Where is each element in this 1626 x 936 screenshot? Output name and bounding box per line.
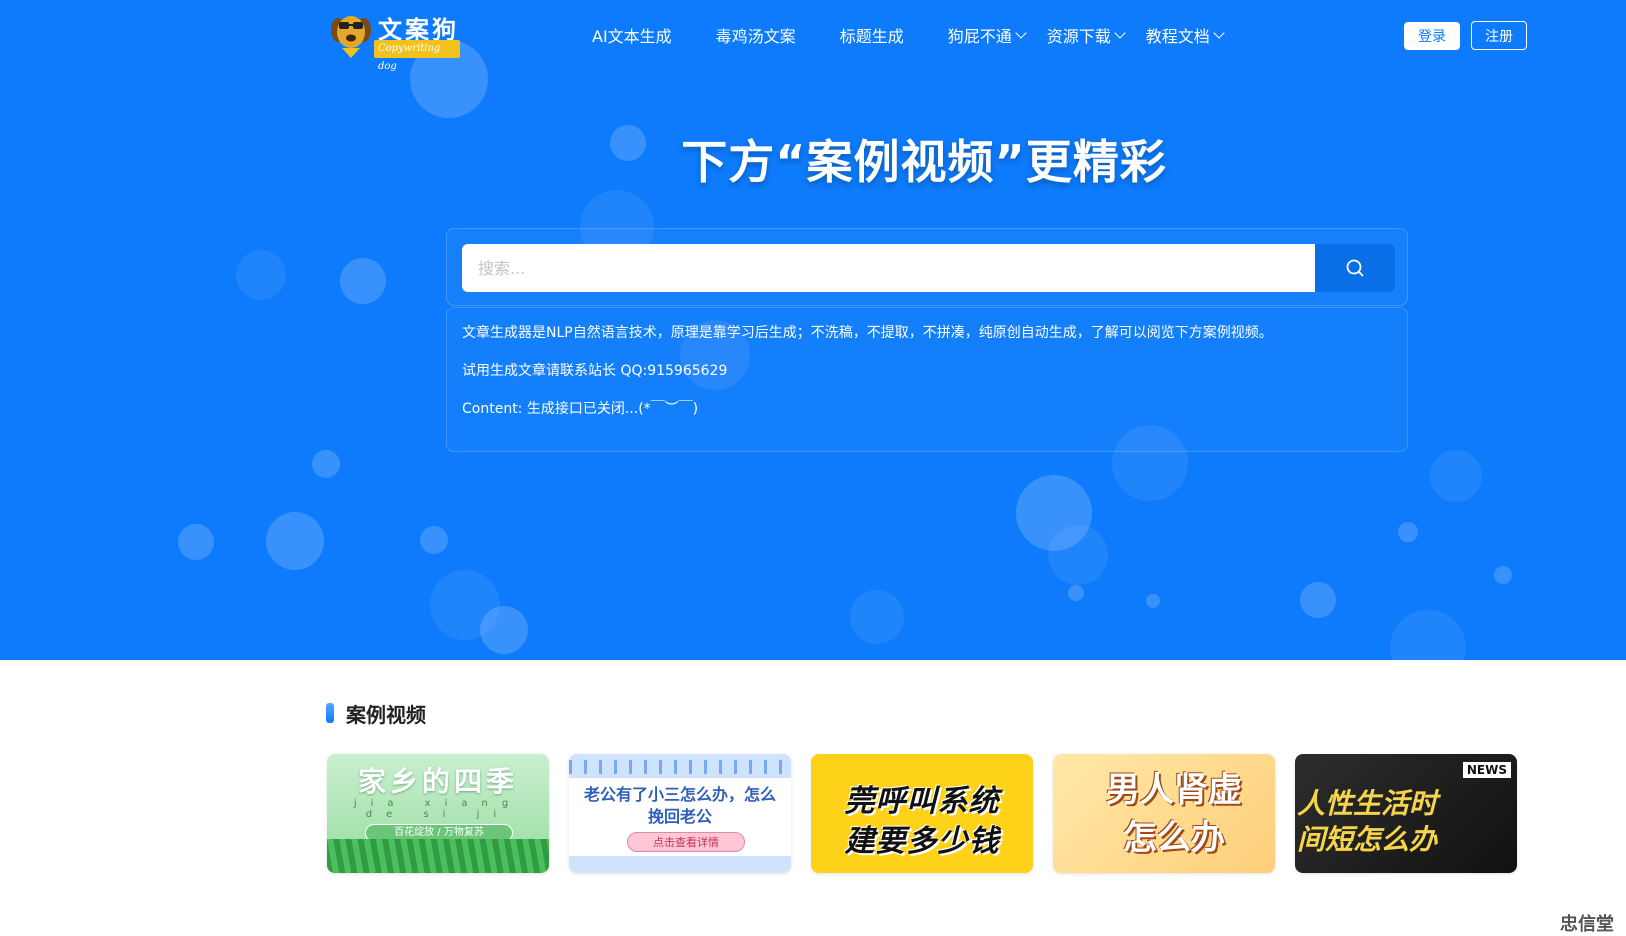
chevron-down-icon xyxy=(1015,27,1026,38)
nav-docs-dropdown[interactable]: 教程文档 xyxy=(1146,23,1223,47)
case-video-card[interactable]: 莞呼叫系统 建要多少钱 xyxy=(811,754,1033,873)
info-panel: 文章生成器是NLP自然语言技术，原理是靠学习后生成；不洗稿，不提取，不拼凑，纯原… xyxy=(446,307,1408,452)
site-header: 文案狗 Copywriting dog AI文本生成 毒鸡汤文案 标题生成 狗屁… xyxy=(0,0,1626,70)
search-input[interactable] xyxy=(462,244,1324,292)
bubble-decoration xyxy=(420,526,448,554)
nav-label: AI文本生成 xyxy=(592,23,672,47)
card-title-line: 人性生活时 xyxy=(1295,782,1517,822)
news-badge: NEWS xyxy=(1463,762,1511,778)
nav-label: 毒鸡汤文案 xyxy=(716,23,796,47)
hero-title: 下方“案例视频”更精彩 xyxy=(0,126,1626,192)
chevron-down-icon xyxy=(1114,27,1125,38)
bubble-decoration xyxy=(340,258,386,304)
nav-nonsense-dropdown[interactable]: 狗屁不通 xyxy=(948,23,1025,47)
notebook-rings-decoration xyxy=(569,760,791,774)
card-title-line: 老公有了小三怎么办，怎么 xyxy=(569,784,791,806)
nav-ai-text[interactable]: AI文本生成 xyxy=(592,23,672,47)
case-video-list: 家乡的四季 jia xiang de si ji 百花绽放 / 万物复苏 老公有… xyxy=(327,754,1537,873)
case-video-card[interactable]: 家乡的四季 jia xiang de si ji 百花绽放 / 万物复苏 xyxy=(327,754,549,873)
nav-chicken-soup[interactable]: 毒鸡汤文案 xyxy=(716,23,796,47)
nav-downloads-dropdown[interactable]: 资源下载 xyxy=(1047,23,1124,47)
card-title-line: 建要多少钱 xyxy=(811,816,1033,860)
card-detail-pill: 点击查看详情 xyxy=(627,832,745,852)
bubble-decoration xyxy=(430,570,500,640)
section-title-text: 案例视频 xyxy=(346,699,426,728)
card-title: 老公有了小三怎么办，怎么 挽回老公 xyxy=(569,784,791,828)
case-video-card[interactable]: 老公有了小三怎么办，怎么 挽回老公 点击查看详情 xyxy=(569,754,791,873)
dog-logo-icon xyxy=(330,10,372,60)
card-title-line: 怎么办 xyxy=(1063,810,1275,859)
case-video-card[interactable]: 男人肾虚 怎么办 xyxy=(1053,754,1275,873)
hero-banner: 文案狗 Copywriting dog AI文本生成 毒鸡汤文案 标题生成 狗屁… xyxy=(0,0,1626,660)
bubble-decoration xyxy=(850,590,904,644)
cases-section-title: 案例视频 xyxy=(326,700,426,726)
chevron-down-icon xyxy=(1213,27,1224,38)
bubble-decoration xyxy=(266,512,324,570)
card-title-line: 挽回老公 xyxy=(569,806,791,828)
case-video-card[interactable]: NEWS 人性生活时 间短怎么办 xyxy=(1295,754,1517,873)
search-icon xyxy=(1345,258,1365,278)
bubble-decoration xyxy=(1390,610,1466,660)
bubble-decoration xyxy=(1146,594,1160,608)
info-description: 文章生成器是NLP自然语言技术，原理是靠学习后生成；不洗稿，不提取，不拼凑，纯原… xyxy=(462,324,1392,342)
search-button[interactable] xyxy=(1315,244,1395,292)
info-contact: 试用生成文章请联系站长 QQ:915965629 xyxy=(462,362,1392,380)
bubble-decoration xyxy=(1300,582,1336,618)
main-nav: AI文本生成 毒鸡汤文案 标题生成 狗屁不通 资源下载 教程文档 xyxy=(592,0,1245,70)
nav-label: 资源下载 xyxy=(1047,23,1111,47)
bubble-decoration xyxy=(236,250,286,300)
title-accent-bar xyxy=(326,703,334,723)
search-bar xyxy=(446,228,1408,306)
nav-label: 教程文档 xyxy=(1146,23,1210,47)
bubble-decoration xyxy=(178,524,214,560)
card-title-line: 间短怎么办 xyxy=(1295,818,1517,858)
nav-label: 狗屁不通 xyxy=(948,23,1012,47)
bubble-decoration xyxy=(1068,585,1084,601)
login-button[interactable]: 登录 xyxy=(1404,22,1460,50)
bubble-decoration xyxy=(1430,450,1482,502)
card-title: 家乡的四季 xyxy=(327,760,549,800)
bubble-decoration xyxy=(1048,525,1108,585)
card-title-line: 莞呼叫系统 xyxy=(811,776,1033,820)
site-logo[interactable]: 文案狗 Copywriting dog xyxy=(330,8,460,60)
bubble-decoration xyxy=(1494,566,1512,584)
logo-subtitle: Copywriting dog xyxy=(374,40,460,58)
bubble-decoration xyxy=(312,450,340,478)
grass-decoration xyxy=(327,839,549,873)
nav-title-gen[interactable]: 标题生成 xyxy=(840,23,904,47)
watermark: 忠信堂 xyxy=(1560,910,1614,936)
card-title-line: 男人肾虚 xyxy=(1063,762,1275,811)
bubble-decoration xyxy=(1398,522,1418,542)
register-button[interactable]: 注册 xyxy=(1471,21,1527,50)
info-status: Content: 生成接口已关闭...(*￣︶￣) xyxy=(462,400,1392,418)
card-pinyin: jia xiang de si ji xyxy=(327,798,549,820)
nav-label: 标题生成 xyxy=(840,23,904,47)
